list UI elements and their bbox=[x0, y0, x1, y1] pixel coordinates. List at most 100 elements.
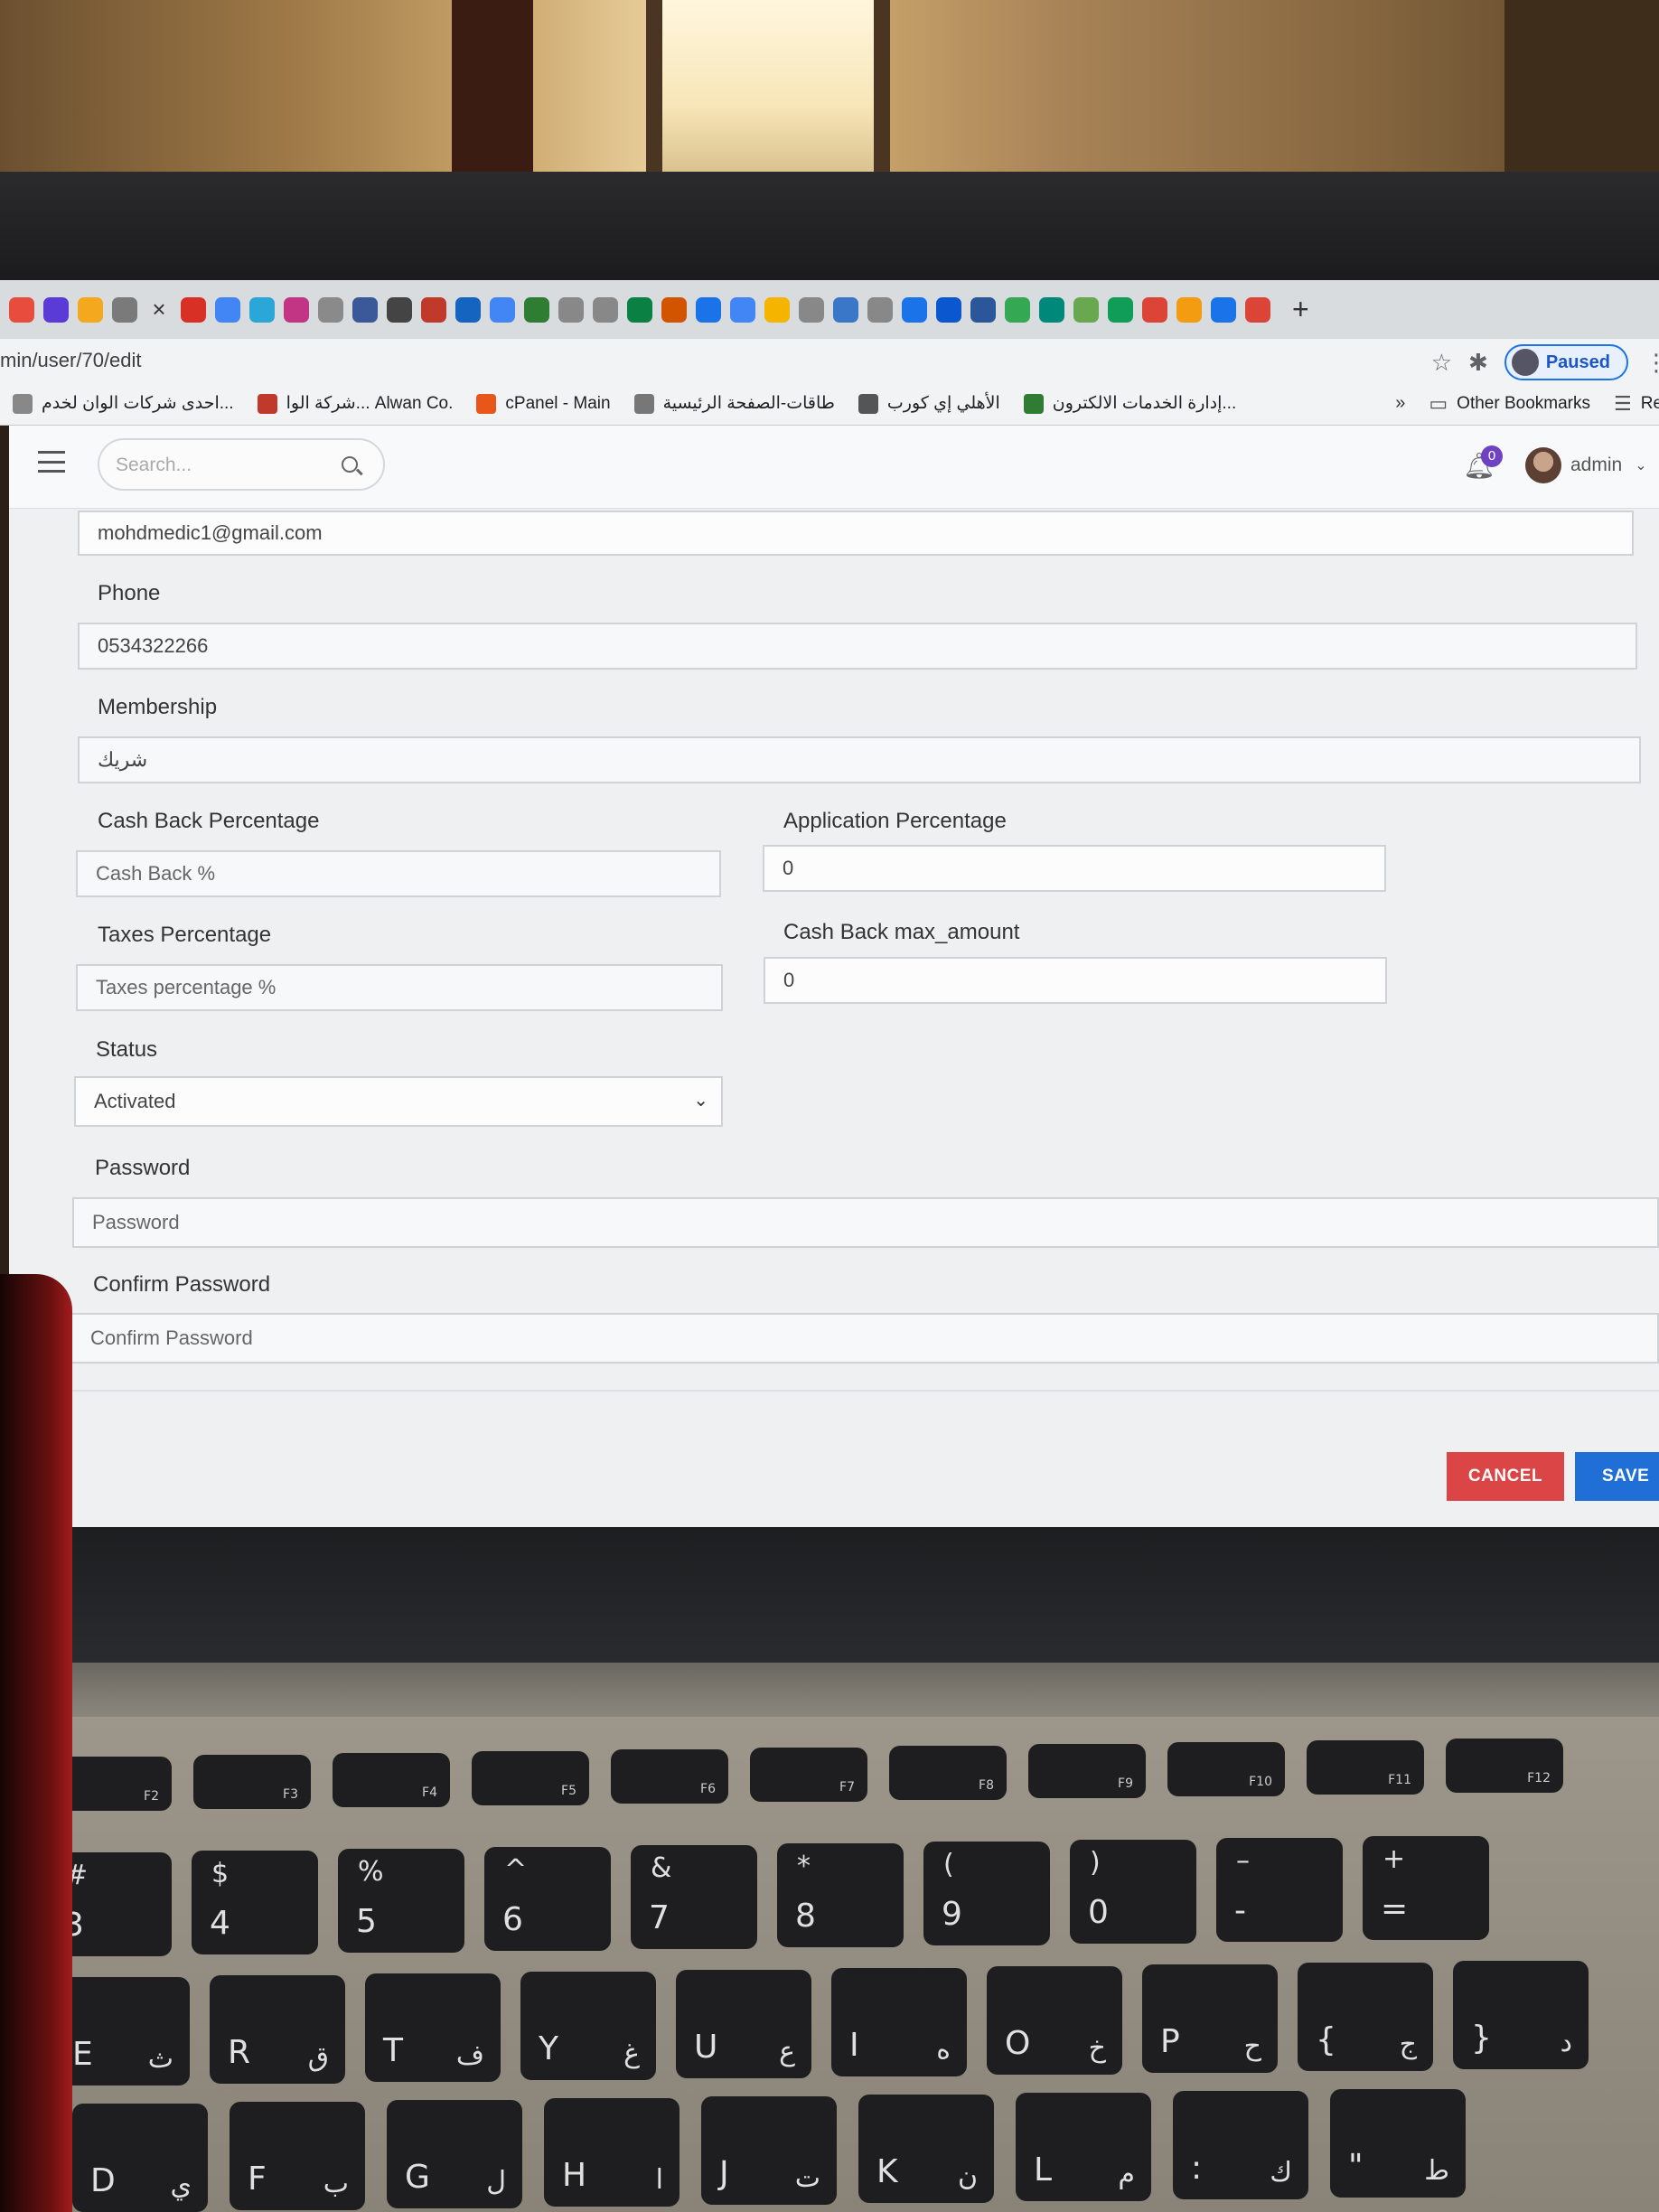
keyboard-key: ) 0 bbox=[1070, 1840, 1196, 1944]
key-main-label: 4 bbox=[210, 1905, 230, 1942]
browser-menu-icon[interactable]: ⋮ bbox=[1645, 349, 1659, 377]
tab-favicon-icon[interactable] bbox=[627, 296, 652, 323]
tab-favicon-icon[interactable] bbox=[352, 296, 378, 323]
key-fn-label: F7 bbox=[839, 1780, 855, 1795]
tab-favicon-icon[interactable] bbox=[1039, 296, 1064, 323]
bookmark-star-icon[interactable]: ☆ bbox=[1431, 349, 1452, 377]
status-select[interactable]: Activated ⌄ bbox=[74, 1076, 723, 1127]
key-fn-label: F5 bbox=[561, 1784, 576, 1798]
bookmarks-overflow-icon[interactable]: » bbox=[1395, 393, 1405, 414]
tab-favicon-icon[interactable] bbox=[833, 296, 858, 323]
tab-favicon-icon[interactable] bbox=[867, 296, 893, 323]
search-icon[interactable] bbox=[342, 456, 358, 473]
phone-field[interactable]: 0534322266 bbox=[78, 623, 1637, 670]
tab-favicon-icon[interactable] bbox=[1108, 296, 1133, 323]
tab-favicon-icon[interactable] bbox=[1073, 296, 1099, 323]
user-menu[interactable]: admin ⌄ bbox=[1525, 447, 1647, 483]
tab-favicon-icon[interactable] bbox=[181, 296, 206, 323]
bookmark-item[interactable]: طاقات-الصفحة الرئيسية bbox=[633, 393, 835, 414]
hamburger-menu-icon[interactable] bbox=[38, 451, 65, 473]
url-field[interactable]: min/user/70/edit bbox=[0, 349, 142, 372]
bookmark-item[interactable]: إدارة الخدمات الالكترون... bbox=[1023, 393, 1236, 414]
bookmark-item[interactable]: شركة الوا... Alwan Co. bbox=[257, 393, 453, 414]
key-ar-label: ب bbox=[323, 2168, 349, 2199]
key-ar-label: د bbox=[1560, 2027, 1572, 2058]
tab-favicon-icon[interactable] bbox=[1211, 296, 1236, 323]
tab-favicon-icon[interactable] bbox=[936, 296, 961, 323]
application-field[interactable]: 0 bbox=[763, 845, 1386, 892]
tab-favicon-icon[interactable] bbox=[558, 296, 584, 323]
key-top-label: * bbox=[797, 1851, 811, 1882]
tab-favicon-icon[interactable] bbox=[661, 296, 687, 323]
tab-favicon-icon[interactable] bbox=[1142, 296, 1167, 323]
save-button[interactable]: SAVE bbox=[1575, 1452, 1659, 1501]
bookmark-item[interactable]: cPanel - Main bbox=[476, 393, 611, 414]
taxes-input[interactable] bbox=[96, 976, 703, 999]
tab-favicon-icon[interactable] bbox=[593, 296, 618, 323]
tab-favicon-icon[interactable] bbox=[1245, 296, 1270, 323]
profile-paused-button[interactable]: Paused bbox=[1504, 344, 1628, 380]
tab-favicon-icon[interactable] bbox=[284, 296, 309, 323]
key-main-label: J bbox=[719, 2155, 729, 2192]
key-ar-label: ط bbox=[1424, 2155, 1449, 2187]
tab-favicon-icon[interactable] bbox=[970, 296, 996, 323]
tab-favicon-icon[interactable] bbox=[9, 296, 34, 323]
tab-favicon-icon[interactable] bbox=[799, 296, 824, 323]
cancel-button[interactable]: CANCEL bbox=[1447, 1452, 1564, 1501]
cashback-field[interactable] bbox=[76, 850, 721, 897]
monitor-lower-bezel bbox=[0, 1527, 1659, 1663]
key-fn-label: F3 bbox=[283, 1787, 298, 1802]
keyboard-key: Kن bbox=[858, 2095, 994, 2203]
tab-favicon-icon[interactable] bbox=[421, 296, 446, 323]
tab-favicon-icon[interactable] bbox=[215, 296, 240, 323]
tab-favicon-icon[interactable] bbox=[696, 296, 721, 323]
tab-favicon-icon[interactable] bbox=[730, 296, 755, 323]
keyboard-key: Iه bbox=[831, 1968, 967, 2076]
email-value: mohdmedic1@gmail.com bbox=[98, 521, 323, 544]
key-top-label: $ bbox=[211, 1858, 230, 1889]
tab-favicon-icon[interactable] bbox=[902, 296, 927, 323]
tab-favicon-icon[interactable] bbox=[112, 296, 137, 323]
phone-label: Phone bbox=[98, 581, 161, 605]
key-ar-label: ي bbox=[170, 2170, 192, 2201]
keyboard-key: F9 bbox=[1028, 1744, 1146, 1798]
key-main-label: O bbox=[1005, 2025, 1031, 2062]
bookmark-item[interactable]: احدى شركات الوان لخدم... bbox=[13, 393, 234, 414]
tab-favicon-icon[interactable] bbox=[455, 296, 481, 323]
cashback-max-field[interactable]: 0 bbox=[764, 957, 1387, 1004]
keyboard-key: F4 bbox=[333, 1753, 450, 1807]
email-field[interactable]: mohdmedic1@gmail.com bbox=[78, 511, 1634, 556]
bookmark-reading[interactable]: ☰ Reading Lis bbox=[1614, 392, 1659, 416]
tab-favicon-icon[interactable] bbox=[1005, 296, 1030, 323]
password-field[interactable] bbox=[72, 1197, 1659, 1248]
key-main-label: P bbox=[1160, 2023, 1180, 2060]
chevron-down-icon: ⌄ bbox=[693, 1091, 708, 1111]
tab-favicon-icon[interactable] bbox=[387, 296, 412, 323]
password-input[interactable] bbox=[92, 1211, 1639, 1234]
tab-favicon-icon[interactable] bbox=[78, 296, 103, 323]
tab-favicon-icon[interactable] bbox=[43, 296, 69, 323]
tab-favicon-icon[interactable] bbox=[490, 296, 515, 323]
key-ar-label: ل bbox=[486, 2166, 506, 2198]
new-tab-icon[interactable]: + bbox=[1292, 293, 1309, 326]
search-input[interactable] bbox=[116, 453, 333, 478]
tab-favicon-icon[interactable] bbox=[764, 296, 790, 323]
membership-field[interactable]: شريك bbox=[78, 736, 1641, 783]
tab-favicon-icon[interactable] bbox=[249, 296, 275, 323]
bookmark-label: طاقات-الصفحة الرئيسية bbox=[662, 394, 835, 413]
bookmark-other[interactable]: ▭ Other Bookmarks bbox=[1429, 392, 1590, 416]
cashback-max-label: Cash Back max_amount bbox=[783, 920, 1020, 944]
taxes-field[interactable] bbox=[76, 964, 723, 1011]
tab-close-icon[interactable]: × bbox=[146, 295, 172, 323]
tab-favicon-icon[interactable] bbox=[524, 296, 549, 323]
cashback-input[interactable] bbox=[96, 862, 701, 886]
notifications-button[interactable]: 🔔︎ 0 bbox=[1459, 445, 1503, 487]
bookmark-label: الأهلي إي كورب bbox=[886, 394, 1000, 413]
tab-favicon-icon[interactable] bbox=[318, 296, 343, 323]
tab-favicon-icon[interactable] bbox=[1176, 296, 1202, 323]
extensions-icon[interactable]: ✱ bbox=[1468, 349, 1488, 377]
bookmark-item[interactable]: الأهلي إي كورب bbox=[858, 393, 1000, 414]
confirm-password-input[interactable] bbox=[90, 1326, 1639, 1350]
confirm-password-field[interactable] bbox=[70, 1313, 1659, 1364]
keyboard-key: Pح bbox=[1142, 1964, 1278, 2073]
